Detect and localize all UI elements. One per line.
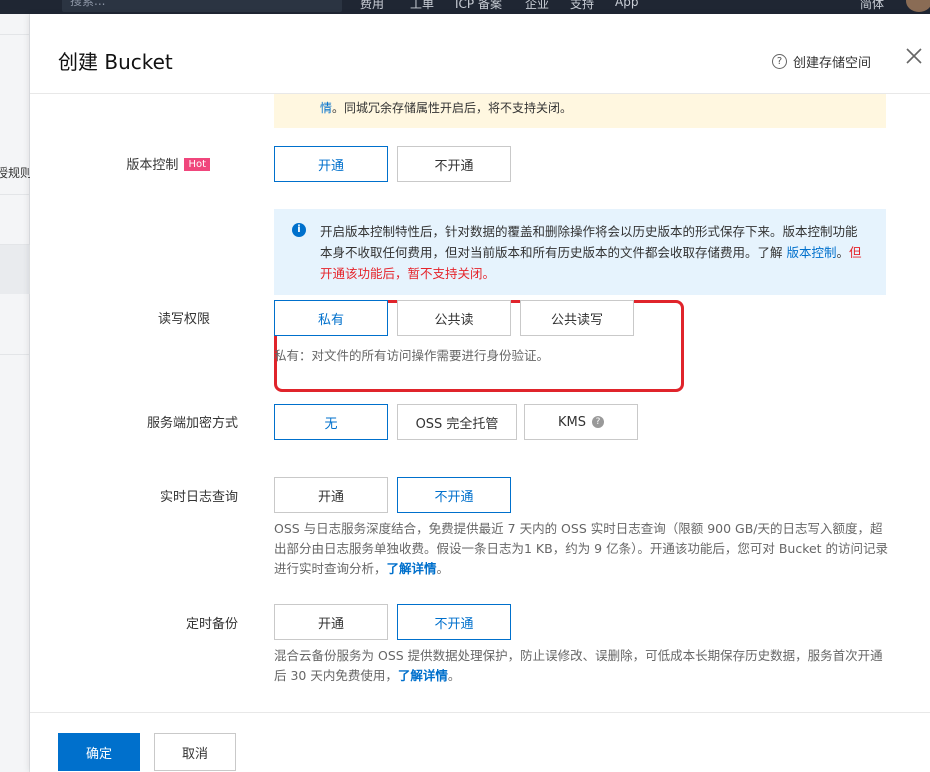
- backup-enable-button[interactable]: 开通: [274, 604, 388, 640]
- encryption-kms-button[interactable]: KMS?: [524, 404, 638, 440]
- console-top-bar: 搜索... 费用 工单 ICP 备案 企业 支持 App 简体: [0, 0, 930, 14]
- nav-item-billing[interactable]: 费用: [360, 0, 384, 12]
- versioning-disable-button[interactable]: 不开通: [397, 146, 511, 182]
- console-sidebar: 授规则: [0, 14, 32, 772]
- realtime-log-desc-text: OSS 与日志服务深度结合，免费提供最近 7 天内的 OSS 实时日志查询（限额…: [274, 521, 889, 576]
- backup-disable-button[interactable]: 不开通: [397, 604, 511, 640]
- versioning-label-row: 版本控制 Hot: [30, 154, 210, 173]
- cancel-button[interactable]: 取消: [154, 733, 236, 771]
- create-bucket-panel: 创建 Bucket ? 创建存储空间 情。同城冗余存储属性开启后，将不支持关闭。…: [30, 14, 930, 772]
- nav-item-app[interactable]: App: [615, 0, 638, 9]
- backup-description: 混合云备份服务为 OSS 提供数据处理保护，防止误修改、误删除，可低成本长期保存…: [274, 646, 890, 686]
- encryption-label: 服务端加密方式: [146, 416, 238, 431]
- panel-title: 创建 Bucket: [58, 50, 173, 74]
- redundancy-notice-link[interactable]: 情: [320, 101, 332, 115]
- hot-badge: Hot: [184, 158, 210, 171]
- versioning-info-text: 开启版本控制特性后，针对数据的覆盖和删除操作将会以历史版本的形式保存下来。版本控…: [320, 224, 858, 260]
- console-search-input[interactable]: 搜索...: [62, 0, 342, 12]
- acl-description: 私有：对文件的所有访问操作需要进行身份验证。: [274, 348, 550, 363]
- sidebar-divider: [0, 34, 30, 35]
- help-link-label: 创建存储空间: [793, 56, 872, 71]
- nav-item-icp[interactable]: ICP 备案: [455, 0, 502, 12]
- confirm-button[interactable]: 确定: [58, 733, 140, 771]
- acl-private-button[interactable]: 私有: [274, 300, 388, 336]
- backup-label: 定时备份: [185, 617, 238, 632]
- realtime-log-disable-button[interactable]: 不开通: [397, 477, 511, 513]
- help-link[interactable]: ? 创建存储空间: [772, 52, 871, 71]
- kms-label: KMS: [558, 414, 586, 430]
- nav-item-language[interactable]: 简体: [860, 0, 884, 12]
- question-icon[interactable]: ?: [592, 416, 604, 428]
- info-icon: i: [292, 223, 306, 237]
- redundancy-notice-text: 。同城冗余存储属性开启后，将不支持关闭。: [332, 101, 573, 115]
- acl-label: 读写权限: [157, 312, 210, 327]
- question-icon: ?: [772, 54, 787, 69]
- acl-public-read-button[interactable]: 公共读: [397, 300, 511, 336]
- versioning-info-box: i 开启版本控制特性后，针对数据的覆盖和删除操作将会以历史版本的形式保存下来。版…: [274, 209, 886, 295]
- acl-public-read-write-button[interactable]: 公共读写: [520, 300, 634, 336]
- sidebar-item-label[interactable]: 授规则: [0, 164, 32, 181]
- panel-footer: 确定 取消: [30, 712, 930, 772]
- nav-item-support[interactable]: 支持: [570, 0, 594, 12]
- encryption-oss-managed-button[interactable]: OSS 完全托管: [397, 404, 517, 440]
- console-search-placeholder: 搜索...: [70, 0, 106, 8]
- sidebar-divider: [0, 194, 30, 195]
- panel-header: 创建 Bucket ? 创建存储空间: [30, 14, 930, 94]
- realtime-log-learn-more-link[interactable]: 了解详情: [387, 561, 437, 576]
- versioning-info-punct: 。: [836, 245, 850, 260]
- panel-body: 情。同城冗余存储属性开启后，将不支持关闭。 版本控制 Hot 开通 不开通 i 开…: [30, 94, 930, 712]
- nav-item-tickets[interactable]: 工单: [410, 0, 434, 12]
- versioning-label: 版本控制: [126, 158, 179, 173]
- versioning-enable-button[interactable]: 开通: [274, 146, 388, 182]
- sidebar-divider: [0, 354, 30, 355]
- encryption-none-button[interactable]: 无: [274, 404, 388, 440]
- realtime-log-desc-tail: 。: [436, 561, 450, 576]
- avatar[interactable]: [906, 0, 930, 12]
- realtime-log-description: OSS 与日志服务深度结合，免费提供最近 7 天内的 OSS 实时日志查询（限额…: [274, 519, 890, 579]
- backup-learn-more-link[interactable]: 了解详情: [398, 668, 448, 683]
- nav-item-enterprise[interactable]: 企业: [525, 0, 549, 12]
- backup-desc-tail: 。: [447, 668, 461, 683]
- close-icon[interactable]: [902, 44, 926, 68]
- redundancy-notice: 情。同城冗余存储属性开启后，将不支持关闭。: [274, 94, 886, 128]
- versioning-doc-link[interactable]: 版本控制: [786, 245, 836, 260]
- realtime-log-label: 实时日志查询: [159, 490, 238, 505]
- backup-desc-text: 混合云备份服务为 OSS 提供数据处理保护，防止误修改、误删除，可低成本长期保存…: [274, 648, 883, 683]
- sidebar-item-active[interactable]: [0, 244, 30, 294]
- realtime-log-enable-button[interactable]: 开通: [274, 477, 388, 513]
